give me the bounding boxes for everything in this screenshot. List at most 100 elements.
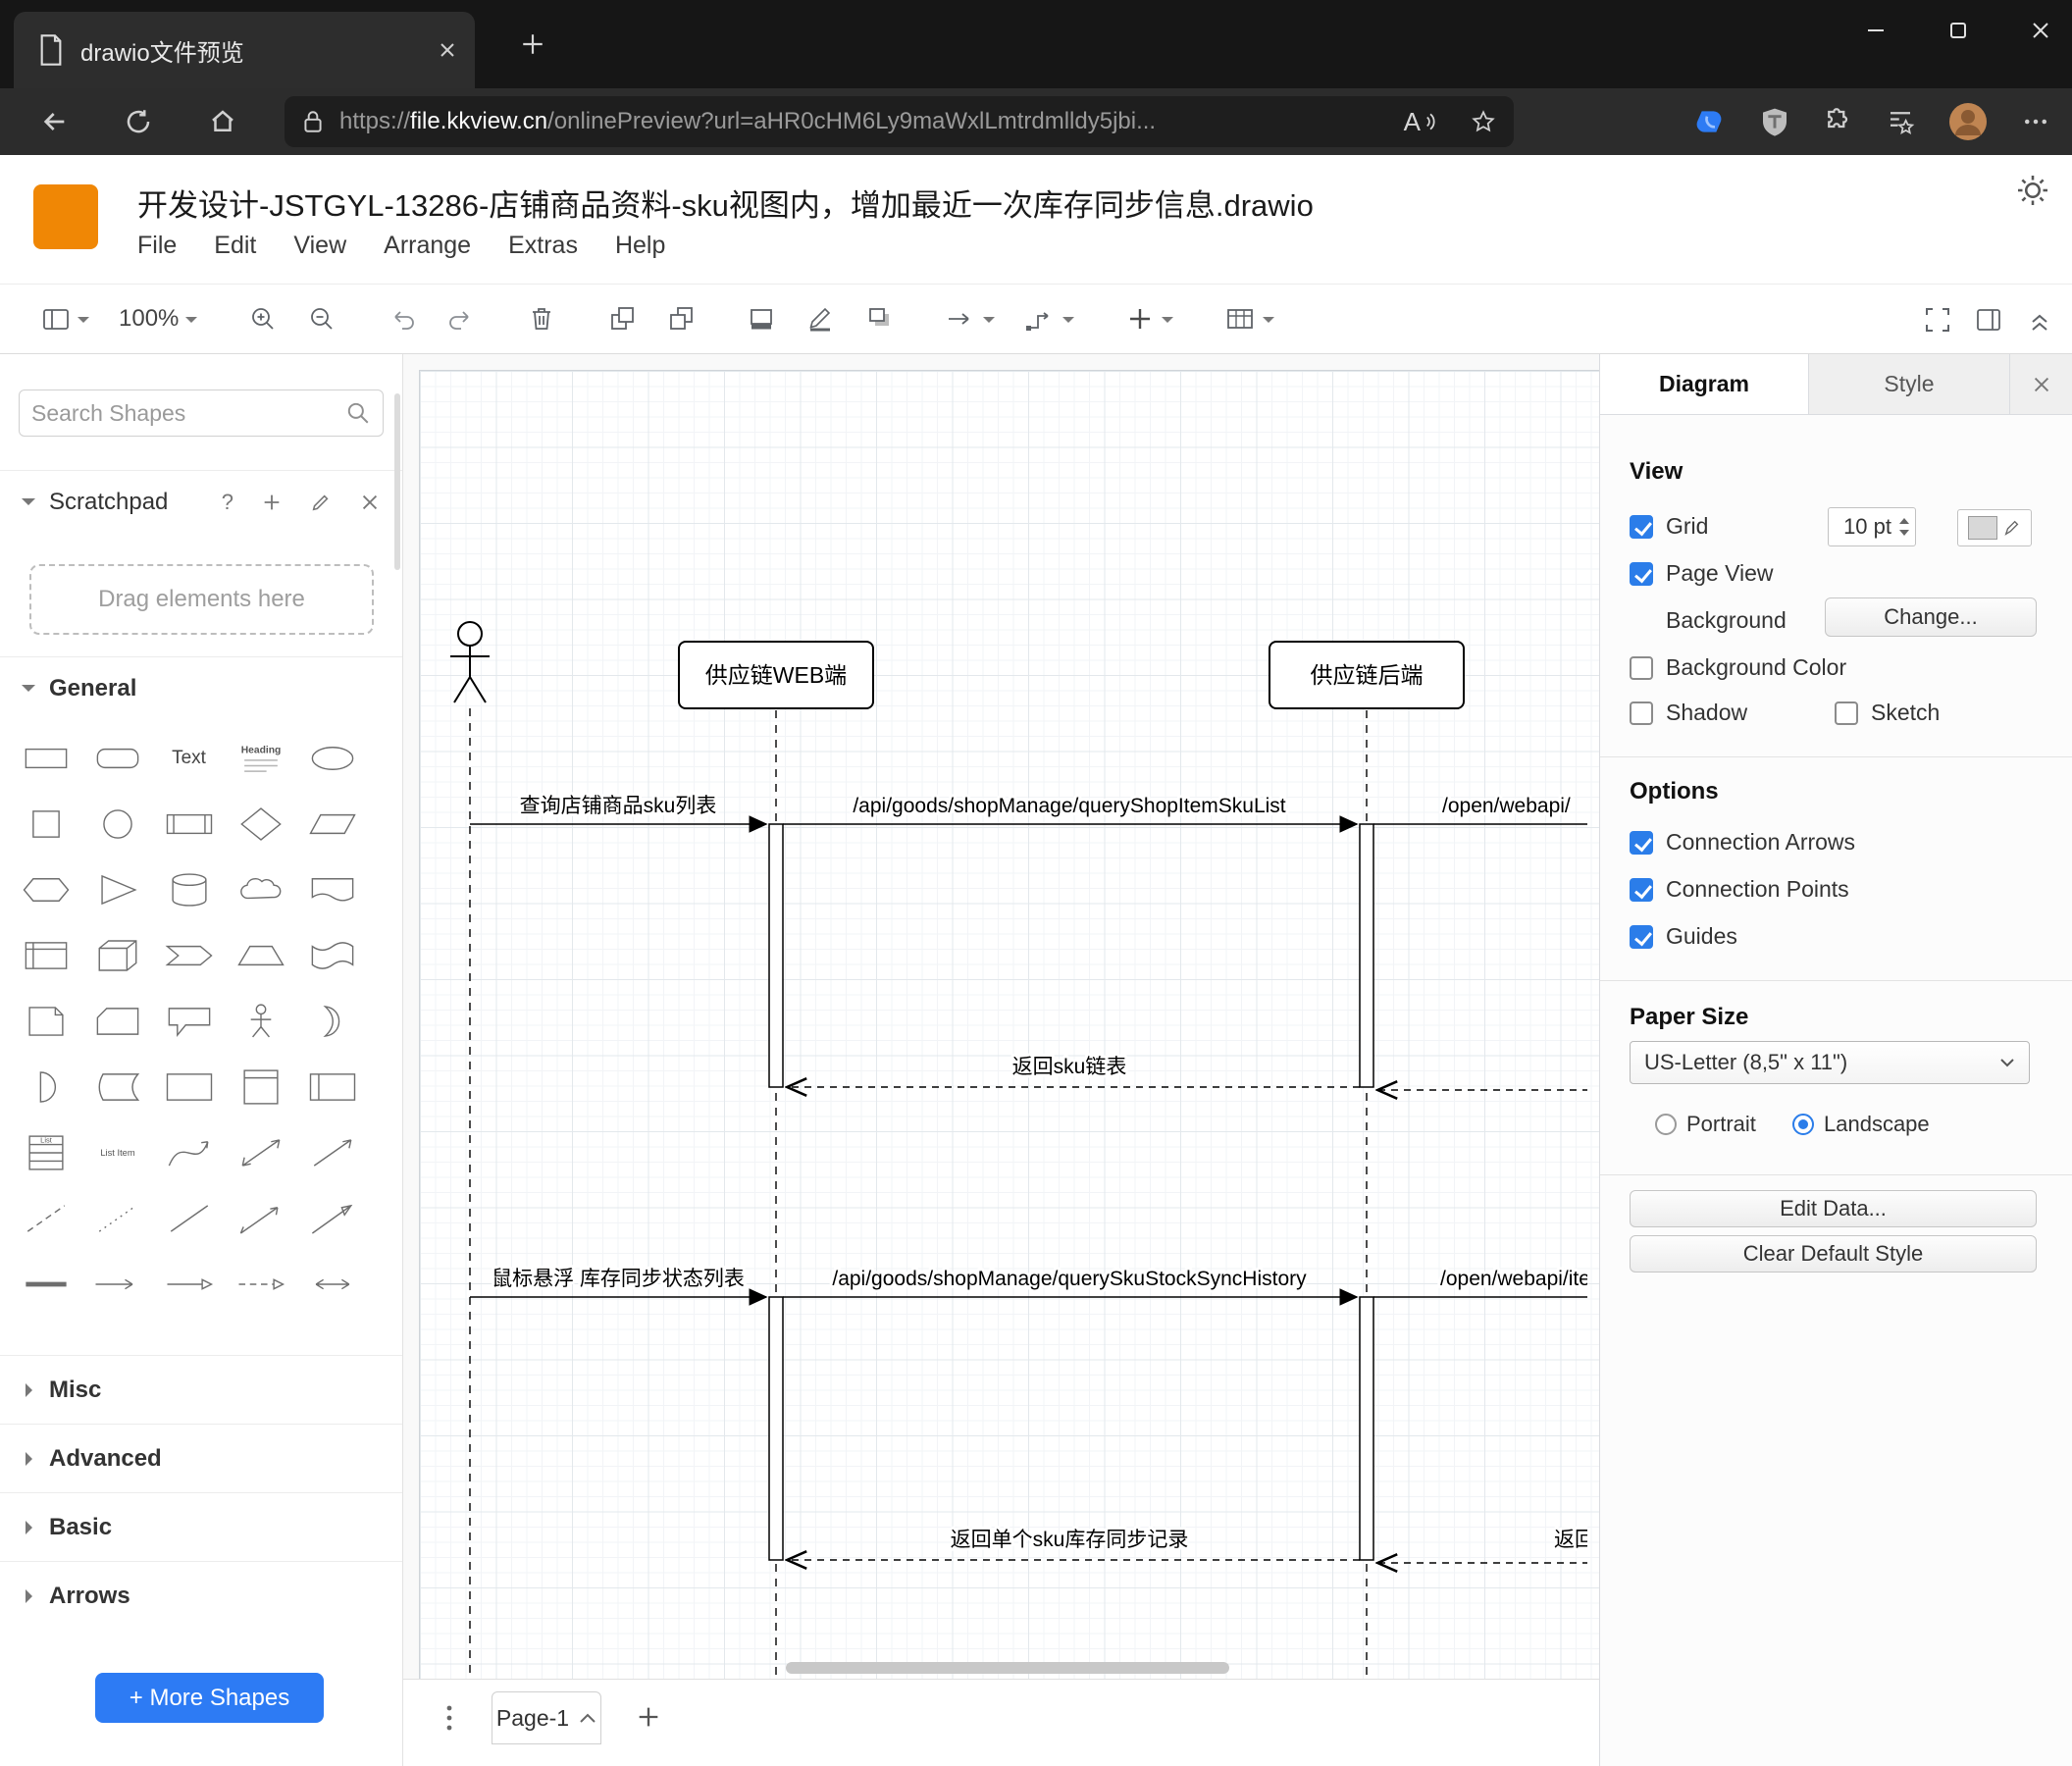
shape-ellipse[interactable]	[296, 725, 368, 791]
shadow-icon[interactable]	[864, 304, 894, 334]
section-basic[interactable]: Basic	[0, 1492, 402, 1561]
back-icon[interactable]	[39, 106, 71, 137]
to-back-icon[interactable]	[666, 304, 696, 334]
zoom-out-icon[interactable]	[307, 304, 337, 334]
menu-arrange[interactable]: Arrange	[384, 232, 471, 260]
zoom-in-icon[interactable]	[248, 304, 278, 334]
shape-internal-storage[interactable]	[10, 922, 81, 988]
scratchpad-edit-pencil-icon[interactable]	[310, 492, 332, 513]
page-view-checkbox[interactable]	[1630, 561, 1653, 586]
section-general[interactable]: General	[0, 656, 402, 719]
shape-dashed-arrow[interactable]	[225, 1251, 296, 1317]
shape-trapezoid[interactable]	[225, 922, 296, 988]
shape-circle[interactable]	[81, 791, 153, 857]
menu-extras[interactable]: Extras	[508, 232, 578, 260]
paper-size-select[interactable]: US-Letter (8,5" x 11")	[1630, 1041, 2030, 1084]
window-close-icon[interactable]	[2009, 0, 2072, 61]
scratchpad-help-icon[interactable]: ?	[222, 490, 233, 515]
shape-tape[interactable]	[296, 922, 368, 988]
tab-style[interactable]: Style	[1809, 354, 2010, 414]
fullscreen-icon[interactable]	[1923, 305, 1952, 335]
shape-note[interactable]	[10, 988, 81, 1054]
shape-horizontal-container[interactable]	[296, 1054, 368, 1119]
line-color-icon[interactable]	[805, 304, 835, 334]
section-arrows[interactable]: Arrows	[0, 1561, 402, 1630]
undo-icon[interactable]	[388, 304, 417, 334]
grid-size-stepper[interactable]	[1897, 517, 1915, 537]
canvas[interactable]: 供应链WEB端 供应链后端 查询店铺商品sku列表 /api/goods/sho…	[403, 354, 1599, 1679]
horizontal-scrollbar[interactable]	[786, 1662, 1229, 1674]
shape-rounded-rectangle[interactable]	[81, 725, 153, 791]
favorites-hub-icon[interactable]	[1886, 107, 1915, 136]
shape-card[interactable]	[81, 988, 153, 1054]
edit-data-button[interactable]: Edit Data...	[1630, 1190, 2037, 1227]
shape-diagonal-arrow[interactable]	[225, 1185, 296, 1251]
waypoint-style-button[interactable]	[1024, 304, 1075, 334]
clear-default-style-button[interactable]: Clear Default Style	[1630, 1235, 2037, 1273]
redo-icon[interactable]	[446, 304, 476, 334]
settings-more-icon[interactable]	[2021, 107, 2050, 136]
actor-figure[interactable]	[450, 621, 490, 703]
shape-and[interactable]	[10, 1054, 81, 1119]
search-input[interactable]	[31, 399, 345, 427]
new-tab-icon[interactable]	[520, 31, 545, 57]
shape-document[interactable]	[296, 857, 368, 922]
shape-list-item[interactable]: List Item	[81, 1119, 153, 1185]
theme-sun-icon[interactable]	[2015, 173, 2050, 208]
shape-heading[interactable]: Heading	[225, 725, 296, 791]
refresh-icon[interactable]	[124, 107, 153, 136]
shape-callout[interactable]	[153, 988, 225, 1054]
sidebar-scrollbar[interactable]	[394, 393, 400, 570]
scratchpad-drop-zone[interactable]: Drag elements here	[29, 564, 374, 635]
section-misc[interactable]: Misc	[0, 1355, 402, 1424]
scratchpad-close-icon[interactable]	[359, 492, 381, 513]
shape-dashed-line[interactable]	[10, 1185, 81, 1251]
shape-container[interactable]	[153, 1054, 225, 1119]
menu-edit[interactable]: Edit	[214, 232, 256, 260]
guides-checkbox[interactable]	[1630, 924, 1653, 949]
format-panel-toggle-icon[interactable]	[1974, 305, 2003, 335]
read-aloud-icon[interactable]: A	[1404, 107, 1437, 137]
view-panels-button[interactable]	[41, 304, 89, 334]
copilot-icon[interactable]	[1695, 106, 1727, 137]
fill-color-icon[interactable]	[747, 304, 776, 334]
grid-color-button[interactable]	[1957, 509, 2032, 546]
shape-curve[interactable]	[153, 1119, 225, 1185]
favorite-star-icon[interactable]	[1471, 109, 1496, 134]
portrait-radio[interactable]	[1655, 1114, 1677, 1135]
profile-avatar[interactable]	[1948, 102, 1988, 141]
activation-web-1[interactable]	[768, 823, 784, 1088]
shape-text[interactable]: Text	[153, 725, 225, 791]
grid-size-input[interactable]: 10 pt	[1828, 507, 1916, 546]
landscape-option[interactable]: Landscape	[1792, 1112, 1930, 1137]
shape-list[interactable]: List	[10, 1119, 81, 1185]
shape-triangle[interactable]	[81, 857, 153, 922]
window-minimize-icon[interactable]	[1844, 0, 1907, 61]
grid-checkbox[interactable]	[1630, 514, 1653, 539]
search-shapes-box[interactable]	[19, 390, 384, 437]
pages-menu-icon[interactable]	[437, 1703, 462, 1733]
menu-file[interactable]: File	[137, 232, 177, 260]
connection-arrows-checkbox[interactable]	[1630, 830, 1653, 855]
collapse-chevrons-icon[interactable]	[2025, 305, 2054, 335]
table-button[interactable]	[1224, 304, 1275, 334]
shield-extension-icon[interactable]	[1760, 106, 1789, 137]
landscape-radio[interactable]	[1792, 1114, 1814, 1135]
url-field[interactable]: https://file.kkview.cn/onlinePreview?url…	[285, 96, 1514, 147]
tab-diagram[interactable]: Diagram	[1600, 354, 1809, 414]
shape-cloud[interactable]	[225, 857, 296, 922]
shadow-checkbox[interactable]	[1630, 701, 1653, 725]
shape-step[interactable]	[153, 922, 225, 988]
shape-arrow[interactable]	[296, 1119, 368, 1185]
shape-open-arrow-right[interactable]	[153, 1251, 225, 1317]
to-front-icon[interactable]	[607, 304, 637, 334]
shape-hexagon[interactable]	[10, 857, 81, 922]
scratchpad-add-icon[interactable]	[261, 492, 283, 513]
shape-bidirectional-arrow[interactable]	[225, 1119, 296, 1185]
shape-parallelogram[interactable]	[296, 791, 368, 857]
connection-points-checkbox[interactable]	[1630, 877, 1653, 902]
drawing-page[interactable]: 供应链WEB端 供应链后端 查询店铺商品sku列表 /api/goods/sho…	[419, 370, 1599, 1679]
connection-style-button[interactable]	[945, 304, 996, 334]
shape-arrow-right[interactable]	[81, 1251, 153, 1317]
shape-cylinder[interactable]	[153, 857, 225, 922]
